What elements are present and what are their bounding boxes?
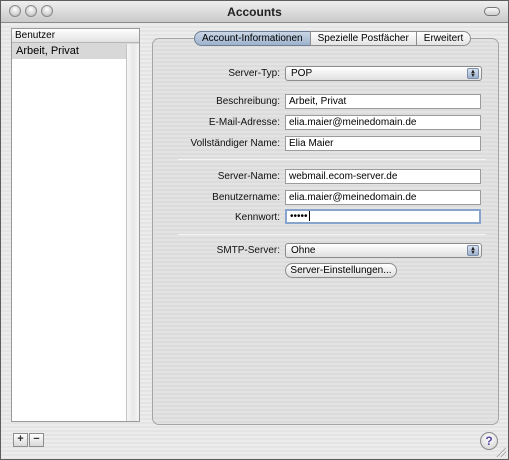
server-type-value: POP xyxy=(291,68,313,79)
email-label: E-Mail-Adresse: xyxy=(208,117,280,128)
tab-advanced[interactable]: Erweitert xyxy=(415,31,472,46)
server-name-field[interactable]: webmail.ecom-server.de xyxy=(285,169,481,184)
password-label: Kennwort: xyxy=(234,212,280,223)
text-caret xyxy=(308,211,310,222)
accounts-window: Accounts Benutzer Arbeit, Privat + − Acc… xyxy=(0,0,509,460)
account-list: Benutzer Arbeit, Privat xyxy=(11,28,140,422)
account-list-scrollbar[interactable] xyxy=(126,44,139,421)
username-label: Benutzername: xyxy=(212,192,280,203)
popup-arrows-icon: ▲ ▼ xyxy=(467,245,479,256)
smtp-server-label: SMTP-Server: xyxy=(216,245,280,256)
add-account-button[interactable]: + xyxy=(13,433,28,447)
password-value: ••••• xyxy=(290,211,308,222)
resize-grip-icon[interactable] xyxy=(496,447,506,457)
server-settings-button[interactable]: Server-Einstellungen... xyxy=(285,263,397,278)
email-field[interactable]: elia.maier@meinedomain.de xyxy=(285,115,481,130)
server-name-label: Server-Name: xyxy=(217,171,280,182)
description-field[interactable]: Arbeit, Privat xyxy=(285,94,481,109)
tab-account-information[interactable]: Account-Informationen xyxy=(194,31,311,46)
server-type-select[interactable]: POP ▲ ▼ xyxy=(285,66,482,81)
window-title: Accounts xyxy=(227,5,282,19)
smtp-server-select[interactable]: Ohne ▲ ▼ xyxy=(285,243,482,258)
account-list-header[interactable]: Benutzer xyxy=(12,29,139,43)
username-field[interactable]: elia.maier@meinedomain.de xyxy=(285,190,481,205)
popup-arrows-icon: ▲ ▼ xyxy=(467,68,479,79)
smtp-server-value: Ohne xyxy=(291,245,316,256)
description-label: Beschreibung: xyxy=(216,96,280,107)
account-list-buttons: + − xyxy=(13,433,44,447)
divider xyxy=(178,234,486,235)
tab-special-mailboxes[interactable]: Spezielle Postfächer xyxy=(309,31,417,46)
title-bar[interactable]: Accounts xyxy=(1,1,508,23)
toolbar-toggle-button[interactable] xyxy=(484,7,500,16)
divider xyxy=(178,159,486,160)
full-name-field[interactable]: Elia Maier xyxy=(285,136,481,151)
server-type-label: Server-Typ: xyxy=(228,68,280,79)
settings-tabs: Account-Informationen Spezielle Postfäch… xyxy=(194,31,472,46)
full-name-label: Vollständiger Name: xyxy=(190,138,281,149)
remove-account-button[interactable]: − xyxy=(29,433,44,447)
account-list-item[interactable]: Arbeit, Privat xyxy=(12,43,139,59)
window-content: Benutzer Arbeit, Privat + − Account-Info… xyxy=(1,24,508,459)
password-field[interactable]: ••••• xyxy=(285,209,481,224)
